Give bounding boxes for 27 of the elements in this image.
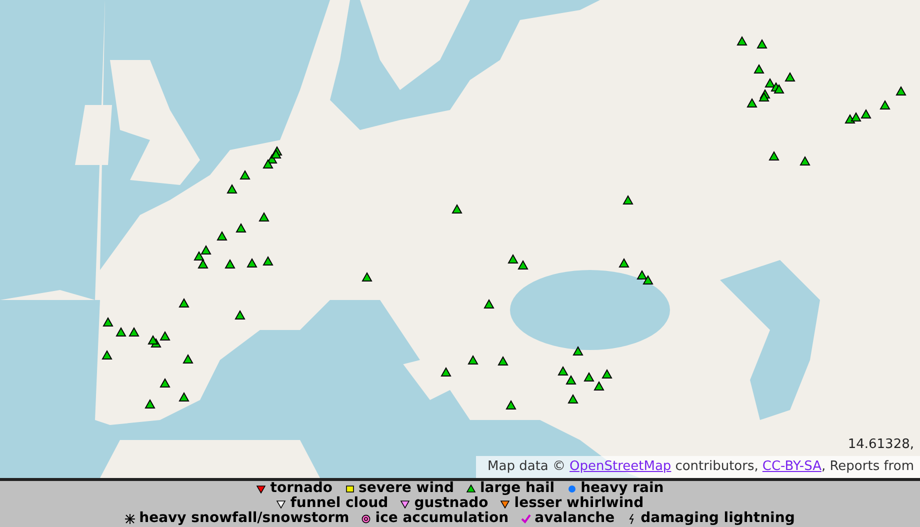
dot-icon — [566, 484, 577, 494]
check-icon — [520, 514, 531, 524]
legend-label: heavy rain — [580, 481, 664, 496]
legend-label: avalanche — [534, 511, 615, 526]
square-icon — [344, 484, 355, 494]
legend-label: ice accumulation — [375, 511, 509, 526]
tornado-icon — [256, 484, 266, 494]
attribution-link[interactable]: CC-BY-SA — [762, 457, 822, 477]
attribution-text: Map data © — [488, 458, 566, 476]
attribution-text: contributors, — [675, 458, 758, 476]
snowflake-icon — [125, 514, 136, 524]
legend-label: heavy snowfall/snowstorm — [139, 511, 350, 526]
legend-label: severe wind — [358, 481, 454, 496]
attribution-text: , Reports from — [821, 458, 914, 476]
ring-icon — [361, 514, 372, 524]
coordinate-readout: 14.61328, — [848, 436, 914, 454]
triangle-icon — [466, 484, 476, 494]
legend-label: tornado — [270, 481, 333, 496]
funnel-icon — [400, 498, 410, 508]
legend-label: damaging lightning — [640, 511, 795, 526]
funnel-icon — [500, 498, 510, 508]
legend-label: large hail — [480, 481, 555, 496]
legend-label: funnel cloud — [290, 496, 388, 511]
legend-label: lesser whirlwind — [514, 496, 644, 511]
attribution-link[interactable]: OpenStreetMap — [570, 457, 672, 477]
funnel-icon — [276, 498, 286, 508]
legend-label: gustnado — [414, 496, 488, 511]
